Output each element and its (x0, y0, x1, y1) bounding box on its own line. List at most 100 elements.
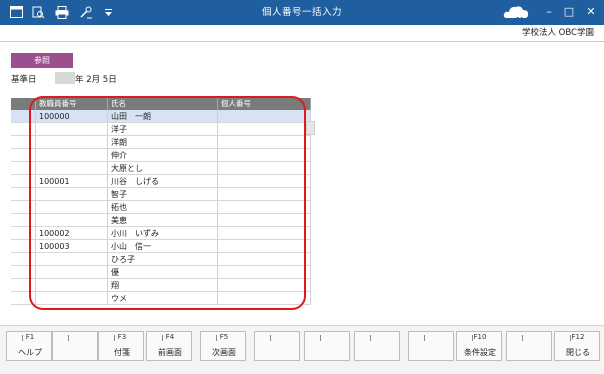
personal-number-cell[interactable] (218, 279, 311, 292)
staff-number-cell (36, 136, 108, 149)
personal-number-cell[interactable] (218, 123, 311, 136)
staff-number-cell (36, 253, 108, 266)
staff-number-cell (36, 266, 108, 279)
staff-number-cell: 100002 (36, 227, 108, 240)
fkey-number: F12 (555, 333, 601, 341)
fkey-number: F4 (147, 333, 193, 341)
personal-number-cell[interactable] (218, 188, 311, 201)
fkey-label: ヘルプ (18, 348, 42, 357)
fkey-f1-button[interactable]: F1 ヘルプ (6, 331, 52, 361)
row-selector-cell (11, 292, 36, 305)
fkey-number: F5 (201, 333, 247, 341)
personal-number-cell[interactable] (218, 227, 311, 240)
personal-number-cell[interactable] (218, 266, 311, 279)
fkey-f4-button[interactable]: F4 前画面 (146, 331, 192, 361)
header-staff-number[interactable]: 教職員番号 (36, 98, 108, 110)
organization-name: 学校法人 OBC学園 (521, 28, 594, 38)
table-row[interactable]: 翔 (11, 279, 311, 292)
fkey-label: 付箋 (114, 348, 130, 357)
table-row[interactable]: 100003 小山 信一 (11, 240, 311, 253)
fkey-number: F1 (7, 333, 53, 341)
name-cell: 智子 (108, 188, 218, 201)
row-selector-cell (11, 188, 36, 201)
grid-scrollbar-thumb[interactable] (306, 121, 315, 135)
base-date-value: 年 2月 5日 (75, 75, 117, 85)
staff-number-cell: 100001 (36, 175, 108, 188)
header-name[interactable]: 氏名 (108, 98, 218, 110)
row-selector-cell (11, 136, 36, 149)
fkey-number: F3 (99, 333, 145, 341)
close-button[interactable]: ✕ (582, 3, 600, 21)
row-selector-cell (11, 214, 36, 227)
row-selector-cell (11, 253, 36, 266)
staff-number-cell (36, 214, 108, 227)
name-cell: 小山 信一 (108, 240, 218, 253)
fkey-label: 閉じる (566, 348, 590, 357)
reference-button[interactable]: 参照 (11, 53, 73, 68)
row-selector-cell (11, 149, 36, 162)
table-row[interactable]: 100001 川谷 しげる (11, 175, 311, 188)
table-row[interactable]: 伸介 (11, 149, 311, 162)
fkey-empty-button[interactable] (408, 331, 454, 361)
name-cell: 川谷 しげる (108, 175, 218, 188)
base-date-year-field[interactable] (55, 72, 75, 84)
table-row[interactable]: ひろ子 (11, 253, 311, 266)
fkey-f3-button[interactable]: F3 付箋 (98, 331, 144, 361)
name-cell: 大原とし (108, 162, 218, 175)
fkey-label: 前画面 (158, 348, 182, 357)
fkey-empty-button[interactable] (304, 331, 350, 361)
fkey-empty-button[interactable] (52, 331, 98, 361)
name-cell: 優 (108, 266, 218, 279)
table-row[interactable]: 智子 (11, 188, 311, 201)
header-personal-number[interactable]: 個人番号 (218, 98, 311, 110)
table-row[interactable]: 美恵 (11, 214, 311, 227)
personal-number-cell[interactable] (218, 136, 311, 149)
function-key-bar: F1 ヘルプ F3 付箋 F4 前画面 F5 次画面 F10 条件設定 F12 閉じる (0, 325, 604, 374)
maximize-button[interactable]: □ (560, 3, 578, 21)
table-row[interactable]: 洋朗 (11, 136, 311, 149)
staff-number-cell (36, 201, 108, 214)
title-bar: 個人番号一括入力 AI – □ ✕ (0, 0, 604, 25)
table-row[interactable]: 優 (11, 266, 311, 279)
table-row[interactable]: ウメ (11, 292, 311, 305)
base-date-label: 基準日 (11, 75, 37, 85)
name-cell: 伸介 (108, 149, 218, 162)
row-selector-cell (11, 240, 36, 253)
table-row[interactable]: 大原とし (11, 162, 311, 175)
table-row[interactable]: 洋子 (11, 123, 311, 136)
fkey-f10-button[interactable]: F10 条件設定 (456, 331, 502, 361)
name-cell: 翔 (108, 279, 218, 292)
fkey-empty-button[interactable] (506, 331, 552, 361)
table-row[interactable]: 拓也 (11, 201, 311, 214)
staff-number-cell (36, 279, 108, 292)
name-cell: 洋子 (108, 123, 218, 136)
header-row-selector (11, 98, 36, 110)
fkey-f5-button[interactable]: F5 次画面 (200, 331, 246, 361)
personal-number-cell[interactable] (218, 292, 311, 305)
row-selector-cell (11, 162, 36, 175)
personal-number-cell[interactable] (218, 175, 311, 188)
row-selector-cell (11, 123, 36, 136)
row-selector-cell (11, 201, 36, 214)
staff-number-cell (36, 149, 108, 162)
personal-number-cell[interactable] (218, 110, 311, 123)
name-cell: 山田 一朗 (108, 110, 218, 123)
organization-bar: 学校法人 OBC学園 (0, 25, 604, 42)
fkey-empty-button[interactable] (354, 331, 400, 361)
personal-number-cell[interactable] (218, 214, 311, 227)
svg-text:AI: AI (515, 16, 523, 23)
personal-number-cell[interactable] (218, 253, 311, 266)
row-selector-cell (11, 279, 36, 292)
minimize-button[interactable]: – (540, 3, 558, 21)
row-selector-cell (11, 227, 36, 240)
personal-number-cell[interactable] (218, 201, 311, 214)
fkey-empty-button[interactable] (254, 331, 300, 361)
personal-number-cell[interactable] (218, 149, 311, 162)
fkey-f12-button[interactable]: F12 閉じる (554, 331, 600, 361)
personal-number-cell[interactable] (218, 240, 311, 253)
name-cell: ひろ子 (108, 253, 218, 266)
personal-number-cell[interactable] (218, 162, 311, 175)
table-row[interactable]: 100000 山田 一朗 (11, 110, 311, 123)
staff-number-cell: 100003 (36, 240, 108, 253)
table-row[interactable]: 100002 小川 いずみ (11, 227, 311, 240)
